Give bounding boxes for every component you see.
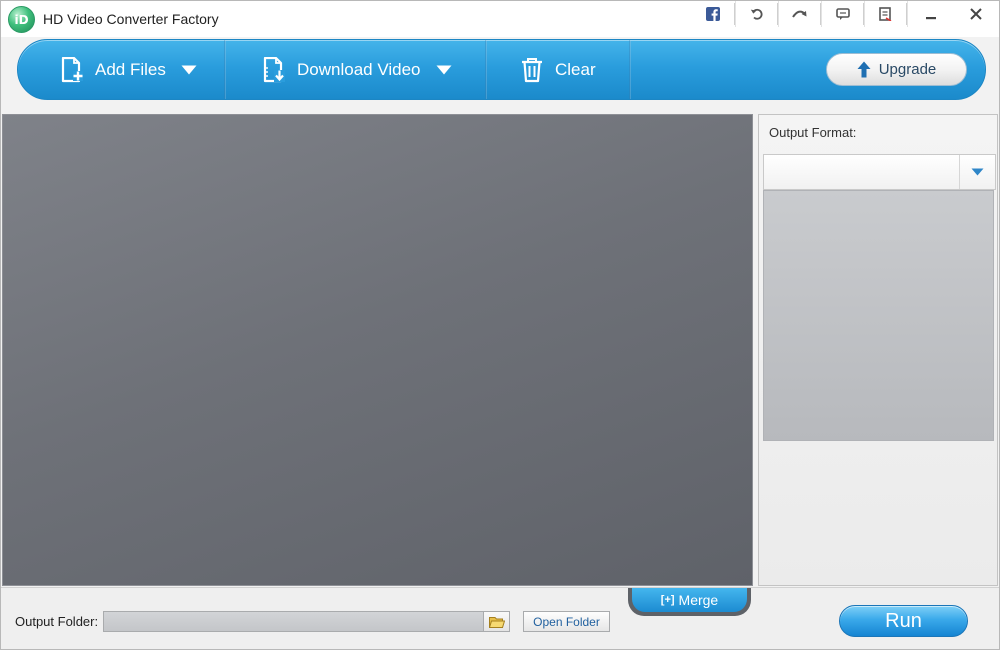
undo-button[interactable] (735, 1, 777, 27)
merge-button[interactable]: [+] Merge (628, 588, 751, 616)
download-video-icon (263, 56, 285, 82)
run-button[interactable]: Run (839, 605, 968, 637)
output-format-preview[interactable] (763, 190, 994, 441)
feedback-icon (835, 7, 850, 20)
app-window: iD HD Video Converter Factory Add Files … (0, 0, 1000, 650)
upgrade-label: Upgrade (878, 61, 937, 78)
toolbar-separator (629, 40, 631, 99)
register-icon (879, 7, 892, 21)
output-folder-field[interactable] (103, 611, 484, 632)
chevron-down-icon (971, 168, 984, 176)
facebook-button[interactable] (692, 1, 734, 27)
title-bar-controls (692, 1, 999, 29)
close-button[interactable] (953, 1, 999, 27)
add-files-button[interactable]: Add Files (60, 40, 197, 99)
undo-icon (750, 8, 763, 20)
title-bar: iD HD Video Converter Factory (1, 1, 999, 37)
merge-button-face: [+] Merge (632, 588, 747, 612)
merge-label: Merge (678, 592, 719, 608)
add-files-label: Add Files (95, 59, 166, 79)
clear-button[interactable]: Clear (520, 40, 596, 99)
open-folder-button[interactable]: Open Folder (523, 611, 610, 632)
window-title: HD Video Converter Factory (43, 11, 219, 27)
merge-icon: [+] (660, 594, 675, 606)
minimize-icon (925, 17, 936, 20)
add-file-icon (61, 56, 83, 82)
main-toolbar: Add Files Download Video Clear Upgrade (17, 39, 986, 100)
download-video-label: Download Video (297, 59, 421, 79)
download-video-button[interactable]: Download Video (262, 40, 452, 99)
folder-icon (488, 616, 505, 628)
arrow-up-icon (857, 61, 871, 78)
browse-folder-button[interactable] (483, 611, 510, 632)
minimize-button[interactable] (907, 1, 953, 27)
trash-icon (522, 57, 542, 82)
skip-button[interactable] (778, 1, 820, 27)
add-files-dropdown-icon[interactable] (181, 65, 197, 75)
skip-icon (791, 10, 806, 18)
feedback-button[interactable] (821, 1, 863, 27)
toolbar-separator (485, 40, 487, 99)
facebook-icon (706, 7, 720, 21)
output-format-label: Output Format: (769, 125, 857, 140)
output-folder-label: Output Folder: (15, 614, 99, 629)
clear-label: Clear (555, 59, 596, 79)
register-button[interactable] (864, 1, 906, 27)
close-icon (970, 8, 982, 20)
upgrade-button[interactable]: Upgrade (826, 53, 967, 86)
toolbar-separator (224, 40, 226, 99)
output-format-panel: Output Format: (758, 114, 998, 586)
download-video-dropdown-icon[interactable] (436, 65, 452, 75)
app-logo-icon: iD (8, 6, 35, 33)
output-format-dropdown[interactable] (763, 154, 996, 190)
output-format-dropdown-toggle[interactable] (959, 155, 995, 189)
file-list-area[interactable] (2, 114, 753, 586)
